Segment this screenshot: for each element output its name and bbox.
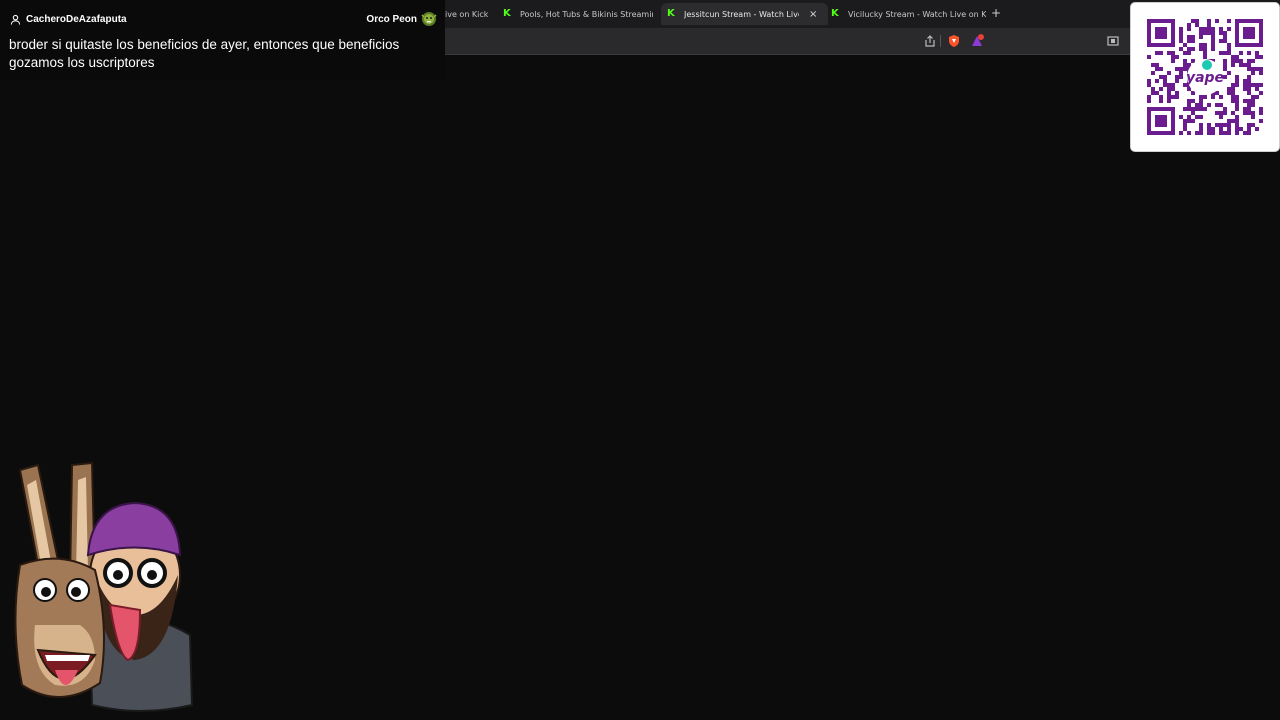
tab-title: ive on Kick bbox=[445, 9, 489, 19]
kick-k-icon: K bbox=[503, 8, 511, 19]
yape-logo-text: yape bbox=[1186, 70, 1224, 86]
address-divider bbox=[940, 35, 941, 47]
tab-kick-1[interactable]: ive on Kick bbox=[445, 3, 490, 25]
tab-title: Pools, Hot Tubs & Bikinis Streaming bbox=[520, 9, 653, 19]
user-icon bbox=[10, 14, 21, 25]
chat-message-header: CacheroDeAzafaputa Orco Peon bbox=[10, 11, 437, 27]
kick-k-icon: K bbox=[667, 8, 675, 19]
tab-pools[interactable]: K Pools, Hot Tubs & Bikinis Streaming bbox=[503, 3, 653, 25]
yape-qr-code: yape bbox=[1130, 2, 1280, 152]
close-tab-icon[interactable]: × bbox=[809, 9, 817, 20]
brave-rewards-icon[interactable] bbox=[970, 34, 984, 48]
tab-title: Vicilucky Stream - Watch Live on Kick bbox=[848, 9, 986, 19]
sidebar-toggle-icon[interactable] bbox=[1106, 34, 1120, 48]
tab-jessitcun[interactable]: K Jessitcun Stream - Watch Live on Kick … bbox=[661, 3, 828, 25]
chat-message-text: broder si quitaste los beneficios de aye… bbox=[9, 37, 400, 70]
tab-vicilucky[interactable]: K Vicilucky Stream - Watch Live on Kick bbox=[831, 3, 986, 25]
new-tab-button[interactable]: + bbox=[991, 6, 1001, 20]
brave-shield-icon[interactable] bbox=[947, 34, 961, 48]
mascot-illustration bbox=[14, 461, 194, 712]
chat-overlay: CacheroDeAzafaputa Orco Peon broder si q… bbox=[0, 0, 445, 80]
qr-code-icon: yape bbox=[1147, 19, 1263, 135]
user-badge: Orco Peon bbox=[366, 11, 437, 27]
chat-username: CacheroDeAzafaputa bbox=[26, 13, 127, 25]
kick-k-icon: K bbox=[831, 8, 839, 19]
share-icon[interactable] bbox=[923, 34, 937, 48]
tab-title: Jessitcun Stream - Watch Live on Kick bbox=[684, 9, 799, 19]
orc-badge-icon bbox=[421, 12, 437, 26]
stream-frame: ive on Kick K Pools, Hot Tubs & Bikinis … bbox=[0, 0, 1280, 720]
badge-label: Orco Peon bbox=[366, 13, 417, 25]
